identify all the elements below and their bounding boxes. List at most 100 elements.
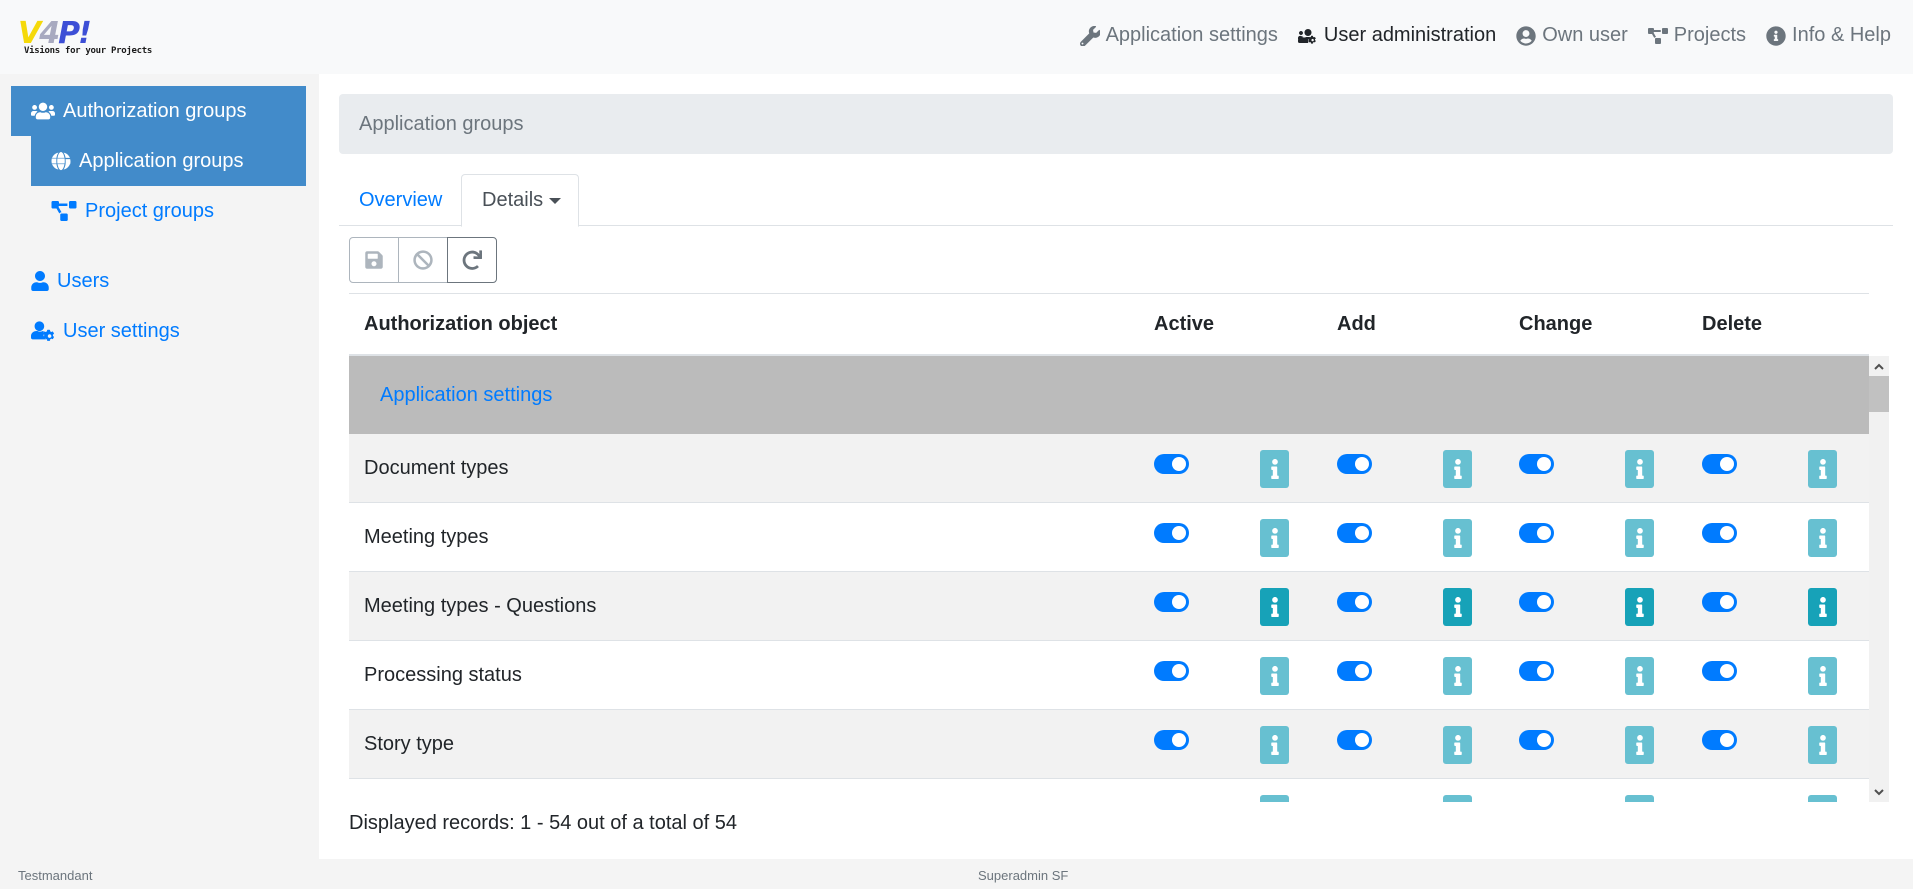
info-icon [1270,597,1279,617]
column-active[interactable]: Active [1154,294,1214,355]
info-button-active[interactable] [1260,588,1289,626]
toggle-add[interactable] [1337,661,1372,681]
toggle-change[interactable] [1519,592,1554,612]
toggle-active[interactable] [1154,730,1189,750]
tab-details[interactable]: Details [461,174,579,227]
logo[interactable]: V4P! Visions for your Projects [18,16,162,60]
toggle-change[interactable] [1519,661,1554,681]
sidebar-item-user-settings[interactable]: User settings [11,306,180,356]
sidebar: Authorization groups Application groups … [0,74,318,859]
toggle-active[interactable] [1154,592,1189,612]
page-title: Application groups [339,94,1893,154]
info-button-change[interactable] [1625,450,1654,488]
nav-user-administration[interactable]: User administration [1297,24,1496,47]
sidebar-item-users[interactable]: Users [11,256,109,306]
column-change[interactable]: Change [1519,294,1592,355]
column-delete[interactable]: Delete [1702,294,1762,355]
info-button-active[interactable] [1260,657,1289,695]
info-button-add[interactable] [1443,795,1472,802]
tab-overview[interactable]: Overview [339,174,462,227]
info-button-delete[interactable] [1808,519,1837,557]
sidebar-item-project-groups[interactable]: Project groups [31,186,306,236]
info-button-delete[interactable] [1808,657,1837,695]
info-button-change[interactable] [1625,519,1654,557]
user-cog-icon [31,321,55,341]
toggle-add[interactable] [1337,592,1372,612]
nav-application-settings[interactable]: Application settings [1079,24,1278,47]
row-label: Meeting types - Questions [364,594,597,617]
group-link[interactable]: Application settings [380,384,552,407]
project-diagram-icon [1647,27,1668,44]
info-button-delete[interactable] [1808,588,1837,626]
toggle-add[interactable] [1337,454,1372,474]
toggle-delete[interactable] [1702,661,1737,681]
toggle-delete[interactable] [1702,454,1737,474]
toolbar [349,237,497,283]
nav-projects[interactable]: Projects [1647,24,1746,47]
info-button-delete[interactable] [1808,726,1837,764]
toggle-change[interactable] [1519,730,1554,750]
save-icon [365,251,383,269]
info-icon [1818,735,1827,755]
info-button-delete[interactable] [1808,795,1837,802]
table-row: Meeting types [349,503,1869,572]
toggle-change[interactable] [1519,523,1554,543]
info-button-add[interactable] [1443,657,1472,695]
toggle-delete[interactable] [1702,730,1737,750]
info-button-change[interactable] [1625,726,1654,764]
nav-own-user[interactable]: Own user [1516,24,1628,47]
reload-button[interactable] [447,237,497,283]
toggle-add[interactable] [1337,523,1372,543]
row-label: Meeting types [364,525,489,548]
info-button-change[interactable] [1625,588,1654,626]
info-icon [1270,528,1279,548]
info-button-active[interactable] [1260,450,1289,488]
info-circle-icon [1766,25,1786,46]
cancel-button[interactable] [398,237,448,283]
info-button-active[interactable] [1260,519,1289,557]
info-icon [1453,735,1462,755]
info-button-active[interactable] [1260,726,1289,764]
table-row: Meeting types - Questions [349,572,1869,641]
info-button-add[interactable] [1443,588,1472,626]
group-row-application-settings[interactable]: Application settings [349,356,1869,434]
project-diagram-icon [51,201,77,221]
toggle-active[interactable] [1154,523,1189,543]
nav-info-help[interactable]: Info & Help [1766,24,1891,47]
info-button-add[interactable] [1443,519,1472,557]
table-header: Authorization object Active Add Change D… [349,293,1869,356]
row-label: Story type [364,732,455,755]
logo-mark: V4P! [18,16,92,51]
column-authorization-object[interactable]: Authorization object [364,294,557,355]
users-cog-icon [1297,28,1316,44]
info-icon [1635,597,1644,617]
table-scrollbar[interactable] [1869,356,1889,802]
scroll-down-arrow-icon[interactable] [1869,782,1889,802]
info-button-active[interactable] [1260,795,1289,802]
logo-tagline: Visions for your Projects [24,46,152,56]
info-icon [1270,666,1279,686]
info-button-add[interactable] [1443,450,1472,488]
main-content: Application groups Overview Details Auth… [319,74,1913,859]
toggle-active[interactable] [1154,454,1189,474]
scrollbar-thumb[interactable] [1869,376,1889,412]
info-button-add[interactable] [1443,726,1472,764]
info-button-change[interactable] [1625,657,1654,695]
sidebar-item-application-groups[interactable]: Application groups [31,136,306,186]
toggle-active[interactable] [1154,661,1189,681]
info-icon [1453,597,1462,617]
table-body: Application settings Document types Meeti… [349,356,1869,802]
caret-down-icon [549,197,562,204]
info-button-delete[interactable] [1808,450,1837,488]
info-icon [1818,597,1827,617]
info-button-change[interactable] [1625,795,1654,802]
toggle-add[interactable] [1337,730,1372,750]
save-button[interactable] [349,237,399,283]
tabs: Overview Details [339,174,1893,227]
column-add[interactable]: Add [1337,294,1376,355]
sidebar-item-authorization-groups[interactable]: Authorization groups [11,86,306,136]
toggle-change[interactable] [1519,454,1554,474]
toggle-delete[interactable] [1702,592,1737,612]
toggle-delete[interactable] [1702,523,1737,543]
scroll-up-arrow-icon[interactable] [1869,356,1889,376]
